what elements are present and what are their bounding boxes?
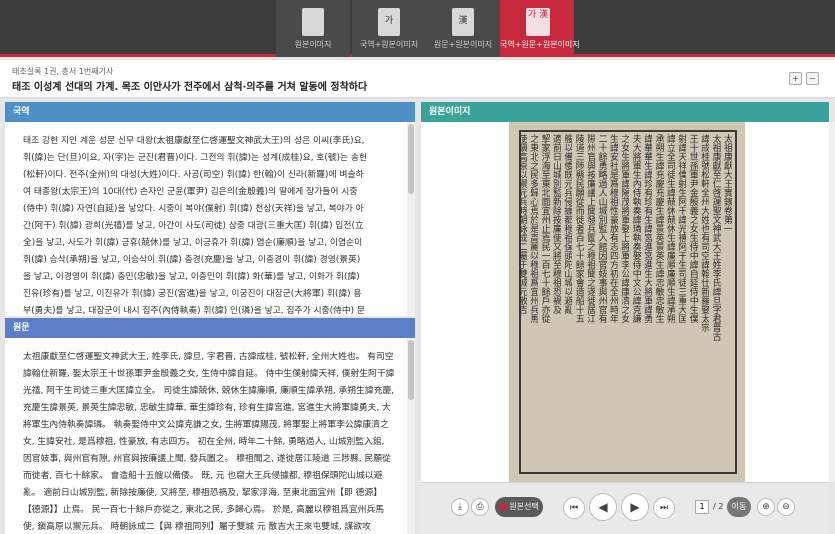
scan-column: 諱立全司徒生諱兢休兢休生諱廉順廉順生諱承朔 <box>666 134 675 323</box>
scan-column: 適前日山城別監新除按廉使又將至穆祖恐禍及 <box>552 134 561 314</box>
next-page-button[interactable]: ▶ <box>621 493 649 521</box>
first-page-button[interactable]: ⏮ <box>563 497 585 519</box>
text-line: 진유(珍有)를 낳고, 이진유가 휘(諱) 궁진(宮進)을 낳고, 이궁진이 대… <box>23 289 362 299</box>
go-page-button[interactable]: 이동 <box>727 497 751 517</box>
zoom-out-button[interactable]: − <box>806 72 819 85</box>
scan-column: 射諱天祥僕射生阿干諱光禧阿干生司徒三重大匡 <box>677 134 687 323</box>
text-line: 而徙者, 百七十餘家。 會造船十五艘以備倭。 既, 元 也窟大王兵侵據都, 穆祖… <box>23 471 383 481</box>
page-number-input[interactable]: 1 <box>695 500 709 514</box>
text-line: 【德源】】止焉。 民一百七十餘戶亦從之, 東北之民, 多歸心焉。 於是, 高麗以… <box>23 505 385 515</box>
tab-original-text-image[interactable]: 漢 원문+원본이미지 <box>426 0 500 57</box>
original-scan-image[interactable]: 太祖康獻大王實錄卷第一 太祖康獻至仁啓運聖文神武大王姓李氏諱旦字君晋古 諱成桂號松軒… <box>509 122 745 482</box>
scan-column: 陵道三陟縣民願從而徙者百七十餘家會造船十五 <box>574 134 584 323</box>
text-line: 使, 鎭高原以禦元兵。 時朝詠成二【與 穆祖同列】屬于雙城 元 散吉大王來屯雙城… <box>23 522 371 532</box>
source-icon <box>499 502 508 511</box>
page-title: 태조 이성계 선대의 가계. 목조 이안사가 전주에서 삼척·의주를 거쳐 알동… <box>12 82 368 93</box>
page-icon <box>302 8 324 36</box>
viewer-scrollbar[interactable] <box>829 122 835 482</box>
text-line: 휘(諱) 승삭(承朔)을 낳고, 이승삭이 휘(諱) 충경(充慶)을 낳고, 이… <box>23 255 361 265</box>
zoom-out-image-button[interactable]: ⊖ <box>777 498 795 516</box>
tab-all-views[interactable]: 가 漢 국역+원문+원본이미지 <box>500 0 580 57</box>
page-ga-han-icon: 가 漢 <box>526 8 550 36</box>
translation-scrollbar[interactable] <box>407 122 415 316</box>
zoom-out-icon: ⊖ <box>782 502 790 512</box>
text-line: (侍中) 휘(諱) 자연(自延)을 낳았다. 시중이 복야(僕射) 휘(諱) 천… <box>23 204 364 214</box>
image-panel-title: 원본이미지 <box>421 102 829 122</box>
tab-label: 원본이미지 <box>294 40 332 49</box>
page-total: / 2 <box>713 502 724 511</box>
print-button[interactable]: ⎙ <box>471 498 489 516</box>
text-line: 亂。 適前日山城別監, 新除按廉使, 又將至, 穆祖恐禍及, 挈家浮海, 至東北… <box>23 488 383 498</box>
tab-original-image[interactable]: 원본이미지 <box>276 0 350 57</box>
text-line: 太祖康獻至仁啓運聖文神武大王, 姓李氏, 諱旦, 字君晋, 古諱成桂, 號松軒,… <box>23 352 394 362</box>
source-select-label: 원본선택 <box>509 502 539 511</box>
scan-column: 生諱安社是爲穆祖性豪放有志四方初在全州時年 <box>609 134 618 323</box>
scan-column: 使鎭高原以禦元兵時朝詠成二屬于雙城元散吉 <box>517 134 527 314</box>
zoom-in-button[interactable]: + <box>789 72 802 85</box>
scan-column: 王十世孫軍尹金殷義之女生侍中諱自延侍中生僕 <box>688 134 698 323</box>
next-icon: ▶ <box>630 500 640 514</box>
translation-text: 태조 강헌 지인 계운 성문 신무 대왕(太祖康獻至仁啓運聖文神武大王)의 성은… <box>5 122 415 316</box>
scan-column: 太祖康獻至仁啓運聖文神武大王姓李氏諱旦字君晋古 <box>711 134 721 341</box>
zoom-in-image-button[interactable]: ⊕ <box>757 498 775 516</box>
scan-column: 太祖康獻大王實錄卷第一 <box>723 134 732 233</box>
print-icon: ⎙ <box>476 502 484 512</box>
source-select-button[interactable]: 원본선택 <box>495 497 543 517</box>
scroll-thumb[interactable] <box>408 340 414 400</box>
prev-icon: ◀ <box>598 500 608 514</box>
scan-column: 夫大將軍生內侍執奏諱璘執奏娶侍中文公諱克謙 <box>631 134 641 323</box>
scan-column: 承朔生諱充慶充慶生諱景英景英生諱忠敏忠敏生 <box>654 134 664 323</box>
text-line: 을 낳고, 이경영이 휘(諱) 충민(忠敏)을 낳고, 이충민이 휘(諱) 화(… <box>23 272 360 282</box>
viewer-toolbar: ⤓ ⎙ 원본선택 ⏮ ◀ ▶ ⏭ 1 / 2 이동 ⊕ ⊖ <box>421 482 829 534</box>
article-header: 태조실록 1권, 총서 1번째기사 태조 이성계 선대의 가계. 목조 이안사가… <box>0 60 835 98</box>
scan-column: 諱華華生諱珍有珍有生諱宮進宮進生大將軍諱勇 <box>643 134 653 323</box>
image-viewer[interactable]: 太祖康獻大王實錄卷第一 太祖康獻至仁啓運聖文神武大王姓李氏諱旦字君晋古 諱成桂號松軒… <box>421 122 829 482</box>
scan-column: 之東北之民多歸心焉於是高麗以穆祖爲宜州兵馬 <box>529 134 539 323</box>
scan-column: 二十餘勇略過人山城別監入館因官妓事與州官有 <box>597 134 607 323</box>
tab-label: 국역+원문+원본이미지 <box>500 40 580 49</box>
page-han-icon: 漢 <box>452 8 474 36</box>
text-line: 간(阿干) 휘(諱) 광희(光禧)를 낳고, 아간이 사도(司徒) 삼중 대광(… <box>23 221 364 231</box>
view-mode-bar: 원본이미지 가 국역+원본이미지 漢 원문+원본이미지 가 漢 국역+원문+원본… <box>0 0 835 57</box>
text-line: 全)을 낳고, 사도가 휘(諱) 긍휴(兢休)를 낳고, 이긍휴가 휘(諱) 염… <box>23 238 363 248</box>
text-line: 부(勇夫)를 낳고, 대장군이 내시 집주(內侍執奏) 휘(諱) 인(璘)을 낳… <box>23 306 365 316</box>
zoom-in-icon: ⊕ <box>762 502 770 512</box>
first-page-icon: ⏮ <box>569 503 579 513</box>
text-line: 휘(諱)는 단(旦)이요, 자(字)는 군진(君晋)이다. 그전의 휘(諱)는 … <box>23 153 368 163</box>
tab-translation-image[interactable]: 가 국역+원본이미지 <box>352 0 426 57</box>
text-line: 여 태종왕(太宗王)의 10대(代) 손자인 군윤(軍尹) 김은의(金殷義)의 … <box>23 187 358 197</box>
original-panel-title: 원문 <box>5 318 415 338</box>
text-line: 女, 生諱安社, 是爲穆祖, 性豪放, 有志四方。 初在全州, 時年二十餘, 勇… <box>23 437 385 447</box>
translation-panel-title: 국역 <box>5 102 415 122</box>
breadcrumb: 태조실록 1권, 총서 1번째기사 <box>12 67 114 76</box>
page-ga-icon: 가 <box>378 8 400 36</box>
prev-page-button[interactable]: ◀ <box>589 493 617 521</box>
scan-column: 挈家浮海至東北面宜州止焉民一百七十餘戶亦從 <box>540 134 550 323</box>
last-page-icon: ⏭ <box>659 503 669 513</box>
scan-column: 隙州官與按廉議上聞發兵圖之穆祖聞之遂徙居江 <box>586 134 596 323</box>
scan-column: 諱成桂號松軒全州大姓也有司空諱翰仕新羅娶太宗 <box>700 134 710 332</box>
download-button[interactable]: ⤓ <box>451 498 469 516</box>
original-text: 太祖康獻至仁啓運聖文神武大王, 姓李氏, 諱旦, 字君晋, 古諱成桂, 號松軒,… <box>5 338 415 534</box>
text-line: 태조 강헌 지인 계운 성문 신무 대왕(太祖康獻至仁啓運聖文神武大王)의 성은… <box>23 136 365 146</box>
text-line: 諱翰仕新羅, 娶太宗王十世孫軍尹金殷義之女, 生侍中諱自延。 侍中生僕射諱天祥,… <box>23 369 395 379</box>
text-line: 充慶生諱景英, 景英生諱忠敏, 忠敏生諱華, 華生諱珍有, 珍有生諱宮進, 宮進… <box>23 403 391 413</box>
text-line: (松軒)이다. 전주(全州)의 대성(大姓)이다. 사공(司空) 휘(諱) 한(… <box>23 170 364 180</box>
text-line: 將軍生內侍執奏諱璘。 執奏娶侍中文公諱克謙之女, 生將軍諱陽茂, 將軍娶上將軍李… <box>23 420 389 430</box>
last-page-button[interactable]: ⏭ <box>653 497 675 519</box>
download-icon: ⤓ <box>458 502 462 512</box>
original-scrollbar[interactable] <box>407 338 415 534</box>
tab-label: 국역+원본이미지 <box>359 40 419 49</box>
tab-label: 원문+원본이미지 <box>433 40 493 49</box>
scan-column: 之女生將軍諱陽茂將軍娶上將軍李公諱康濟之女 <box>620 134 630 323</box>
text-line: 光禧, 阿干生司徒三重大匡諱立全。 司徒生諱兢休, 兢休生諱廉順, 廉順生諱承朔… <box>23 386 395 396</box>
scroll-thumb[interactable] <box>408 124 414 194</box>
scan-column: 艘以備倭既元兵侵據都穆祖保頭陀山城以避亂 <box>563 134 573 314</box>
text-line: 因官妓事, 與州官有隙, 州官與按廉議上聞, 發兵圖之。 穆祖聞之, 遂徙居江陵… <box>23 454 391 464</box>
